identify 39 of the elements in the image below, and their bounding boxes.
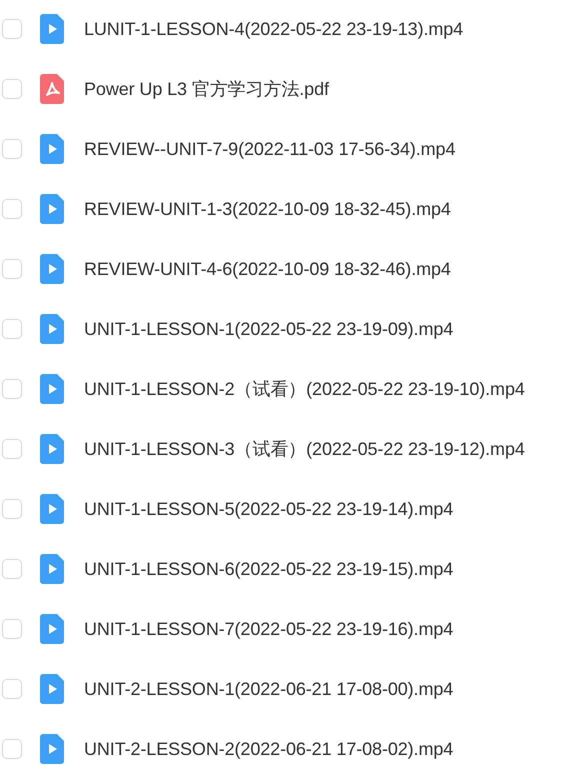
file-name[interactable]: LUNIT-1-LESSON-4(2022-05-22 23-19-13).mp4 (84, 18, 464, 40)
checkbox[interactable] (2, 139, 22, 159)
video-file-icon (40, 734, 64, 764)
checkbox[interactable] (2, 259, 22, 279)
video-file-icon (40, 614, 64, 644)
file-name[interactable]: Power Up L3 官方学习方法.pdf (84, 77, 329, 101)
video-file-icon (40, 314, 64, 344)
checkbox[interactable] (2, 679, 22, 699)
checkbox[interactable] (2, 379, 22, 399)
video-file-icon (40, 254, 64, 284)
video-file-icon (40, 374, 64, 404)
file-name[interactable]: UNIT-1-LESSON-1(2022-05-22 23-19-09).mp4 (84, 318, 454, 340)
video-file-icon (40, 14, 64, 44)
file-name[interactable]: UNIT-1-LESSON-6(2022-05-22 23-19-15).mp4 (84, 558, 454, 580)
checkbox[interactable] (2, 739, 22, 759)
video-file-icon (40, 494, 64, 524)
file-name[interactable]: REVIEW--UNIT-7-9(2022-11-03 17-56-34).mp4 (84, 138, 456, 160)
pdf-file-icon (40, 74, 64, 104)
file-name[interactable]: UNIT-1-LESSON-7(2022-05-22 23-19-16).mp4 (84, 618, 454, 640)
file-name[interactable]: REVIEW-UNIT-1-3(2022-10-09 18-32-45).mp4 (84, 198, 451, 220)
video-file-icon (40, 134, 64, 164)
video-file-icon (40, 554, 64, 584)
checkbox[interactable] (2, 559, 22, 579)
checkbox[interactable] (2, 199, 22, 219)
video-file-icon (40, 194, 64, 224)
checkbox[interactable] (2, 319, 22, 339)
file-name[interactable]: REVIEW-UNIT-4-6(2022-10-09 18-32-46).mp4 (84, 258, 451, 280)
file-name[interactable]: UNIT-1-LESSON-2（试看）(2022-05-22 23-19-10).mp4 (84, 377, 525, 401)
video-file-icon (40, 434, 64, 464)
checkbox[interactable] (2, 439, 22, 459)
checkbox[interactable] (2, 619, 22, 639)
file-name[interactable]: UNIT-1-LESSON-5(2022-05-22 23-19-14).mp4 (84, 498, 454, 520)
video-file-icon (40, 674, 64, 704)
checkbox[interactable] (2, 499, 22, 519)
file-name[interactable]: UNIT-2-LESSON-2(2022-06-21 17-08-02).mp4 (84, 738, 454, 760)
file-name[interactable]: UNIT-1-LESSON-3（试看）(2022-05-22 23-19-12).mp4 (84, 437, 525, 461)
checkbox[interactable] (2, 19, 22, 39)
checkbox[interactable] (2, 79, 22, 99)
file-name[interactable]: UNIT-2-LESSON-1(2022-06-21 17-08-00).mp4 (84, 678, 454, 700)
